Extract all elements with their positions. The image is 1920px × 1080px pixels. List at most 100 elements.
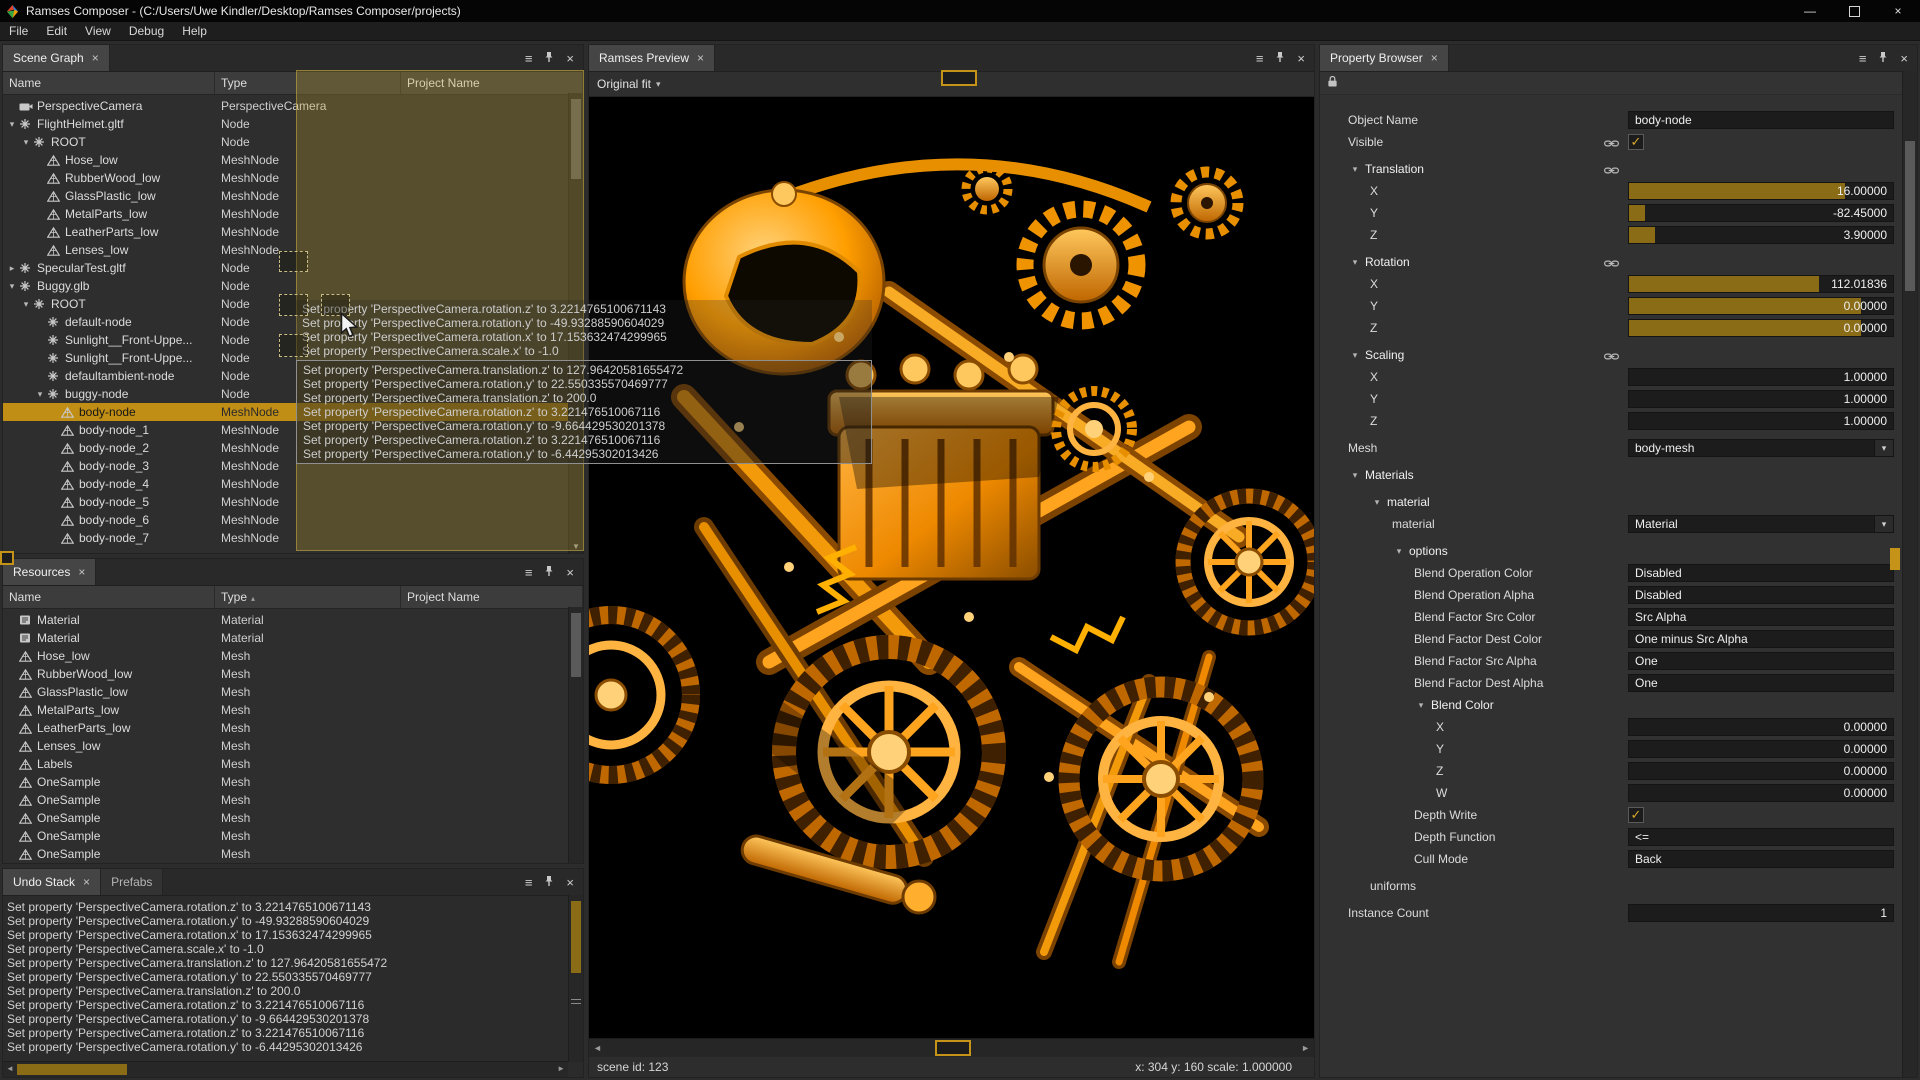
close-icon[interactable]: × — [1297, 52, 1305, 65]
value-field[interactable]: One — [1628, 674, 1894, 692]
value-field[interactable]: Src Alpha — [1628, 608, 1894, 626]
undo-hscrollbar[interactable]: ◄ ► — [3, 1061, 568, 1077]
drop-indicator-bottom[interactable] — [279, 334, 308, 357]
pin-icon[interactable] — [1274, 51, 1286, 66]
close-icon[interactable]: × — [566, 52, 574, 65]
link-icon[interactable] — [1604, 350, 1619, 364]
scroll-left-icon[interactable]: ◄ — [593, 1043, 602, 1053]
property-scrollbar[interactable] — [1902, 71, 1917, 1077]
undo-step[interactable]: Set property 'PerspectiveCamera.translat… — [7, 956, 579, 970]
slider-field[interactable]: 16.00000 — [1628, 182, 1894, 200]
fit-mode-dropdown[interactable]: Original fit ▾ — [589, 77, 669, 91]
close-icon[interactable]: × — [697, 51, 704, 65]
chevron-down-icon[interactable]: ▾ — [1348, 470, 1362, 481]
pin-icon[interactable] — [543, 51, 555, 66]
undo-step[interactable]: Set property 'PerspectiveCamera.rotation… — [7, 900, 579, 914]
dropdown[interactable]: body-mesh▾ — [1628, 439, 1894, 457]
tree-row[interactable]: MetalParts_lowMesh — [3, 701, 583, 719]
tree-row[interactable]: GlassPlastic_lowMesh — [3, 683, 583, 701]
chevron-down-icon[interactable]: ▾ — [1348, 350, 1362, 361]
scroll-right-icon[interactable]: ► — [557, 1064, 565, 1073]
chevron-right-icon[interactable]: ▸ — [5, 263, 19, 274]
tree-row[interactable]: Lenses_lowMesh — [3, 737, 583, 755]
dropdown[interactable]: Material▾ — [1628, 515, 1894, 533]
maximize-button[interactable] — [1832, 0, 1876, 22]
menu-view[interactable]: View — [76, 24, 120, 38]
scroll-right-icon[interactable]: ► — [1301, 1043, 1310, 1053]
tab-ramses-preview[interactable]: Ramses Preview × — [589, 45, 715, 71]
slider-field[interactable]: 1.00000 — [1628, 390, 1894, 408]
tab-resources[interactable]: Resources × — [3, 559, 96, 585]
chevron-down-icon[interactable]: ▾ — [19, 137, 33, 148]
drop-indicator-center[interactable] — [279, 294, 308, 316]
menu-icon[interactable]: ≡ — [1859, 52, 1867, 65]
slider-field[interactable]: 3.90000 — [1628, 226, 1894, 244]
menu-debug[interactable]: Debug — [120, 24, 173, 38]
slider-field[interactable]: 1.00000 — [1628, 412, 1894, 430]
undo-step[interactable]: Set property 'PerspectiveCamera.rotation… — [7, 914, 579, 928]
chevron-down-icon[interactable]: ▾ — [5, 281, 19, 292]
chevron-down-icon[interactable]: ▾ — [1348, 257, 1362, 268]
undo-step[interactable]: Set property 'PerspectiveCamera.translat… — [7, 984, 579, 998]
column-name[interactable]: Name — [3, 586, 215, 608]
undo-step[interactable]: Set property 'PerspectiveCamera.rotation… — [7, 1040, 579, 1054]
tree-row[interactable]: LeatherParts_lowMesh — [3, 719, 583, 737]
checkbox[interactable]: ✓ — [1628, 134, 1644, 150]
value-field[interactable]: Disabled — [1628, 564, 1894, 582]
chevron-down-icon[interactable]: ▾ — [19, 299, 33, 310]
lock-icon[interactable] — [1327, 75, 1338, 91]
preview-hscrollbar[interactable]: ◄ ► — [589, 1038, 1314, 1057]
column-type[interactable]: Type▴ — [215, 586, 401, 608]
menu-icon[interactable]: ≡ — [525, 52, 533, 65]
menu-icon[interactable]: ≡ — [525, 566, 533, 579]
tree-row[interactable]: LabelsMesh — [3, 755, 583, 773]
tree-row[interactable]: Hose_lowMesh — [3, 647, 583, 665]
tab-property-browser[interactable]: Property Browser × — [1320, 45, 1449, 71]
link-icon[interactable] — [1604, 164, 1619, 178]
checkbox[interactable]: ✓ — [1628, 807, 1644, 823]
slider-field[interactable]: 1.00000 — [1628, 368, 1894, 386]
pin-icon[interactable] — [1877, 51, 1889, 66]
undo-step[interactable]: Set property 'PerspectiveCamera.rotation… — [7, 998, 579, 1012]
3d-viewport[interactable] — [589, 97, 1314, 1038]
tab-undo-stack[interactable]: Undo Stack × — [3, 869, 101, 895]
link-icon[interactable] — [1604, 257, 1619, 271]
slider-field[interactable]: 0.00000 — [1628, 740, 1894, 758]
close-icon[interactable]: × — [1431, 51, 1438, 65]
value-field[interactable]: <= — [1628, 828, 1894, 846]
value-field[interactable]: One minus Src Alpha — [1628, 630, 1894, 648]
undo-step[interactable]: Set property 'PerspectiveCamera.rotation… — [7, 1012, 579, 1026]
text-input[interactable]: body-node — [1628, 111, 1894, 129]
tree-row[interactable]: RubberWood_lowMesh — [3, 665, 583, 683]
close-icon[interactable]: × — [566, 876, 574, 889]
tree-row[interactable]: MaterialMaterial — [3, 629, 583, 647]
chevron-down-icon[interactable]: ▾ — [5, 119, 19, 130]
tree-row[interactable]: OneSampleMesh — [3, 773, 583, 791]
slider-field[interactable]: 0.00000 — [1628, 762, 1894, 780]
undo-step[interactable]: Set property 'PerspectiveCamera.rotation… — [7, 928, 579, 942]
slider-field[interactable]: 0.00000 — [1628, 297, 1894, 315]
inner-scrollbar-thumb[interactable] — [1890, 548, 1900, 570]
undo-step[interactable]: Set property 'PerspectiveCamera.rotation… — [7, 1026, 579, 1040]
close-button[interactable]: × — [1876, 0, 1920, 22]
chevron-down-icon[interactable]: ▾ — [1392, 546, 1406, 557]
tab-scene-graph[interactable]: Scene Graph × — [3, 45, 110, 71]
slider-field[interactable]: -82.45000 — [1628, 204, 1894, 222]
dock-handle[interactable] — [0, 551, 14, 565]
value-field[interactable]: One — [1628, 652, 1894, 670]
tree-row[interactable]: OneSampleMesh — [3, 791, 583, 809]
drop-indicator-top[interactable] — [279, 251, 308, 272]
chevron-down-icon[interactable]: ▾ — [1370, 497, 1384, 508]
close-icon[interactable]: × — [566, 566, 574, 579]
slider-field[interactable]: 1 — [1628, 904, 1894, 922]
close-icon[interactable]: × — [83, 875, 90, 889]
undo-scrollbar[interactable] — [568, 895, 583, 1062]
dock-handle[interactable] — [941, 70, 977, 86]
menu-help[interactable]: Help — [173, 24, 216, 38]
dock-handle[interactable] — [935, 1040, 971, 1056]
close-icon[interactable]: × — [92, 51, 99, 65]
menu-edit[interactable]: Edit — [37, 24, 76, 38]
close-icon[interactable]: × — [78, 565, 85, 579]
menu-file[interactable]: File — [0, 24, 37, 38]
slider-field[interactable]: 0.00000 — [1628, 784, 1894, 802]
